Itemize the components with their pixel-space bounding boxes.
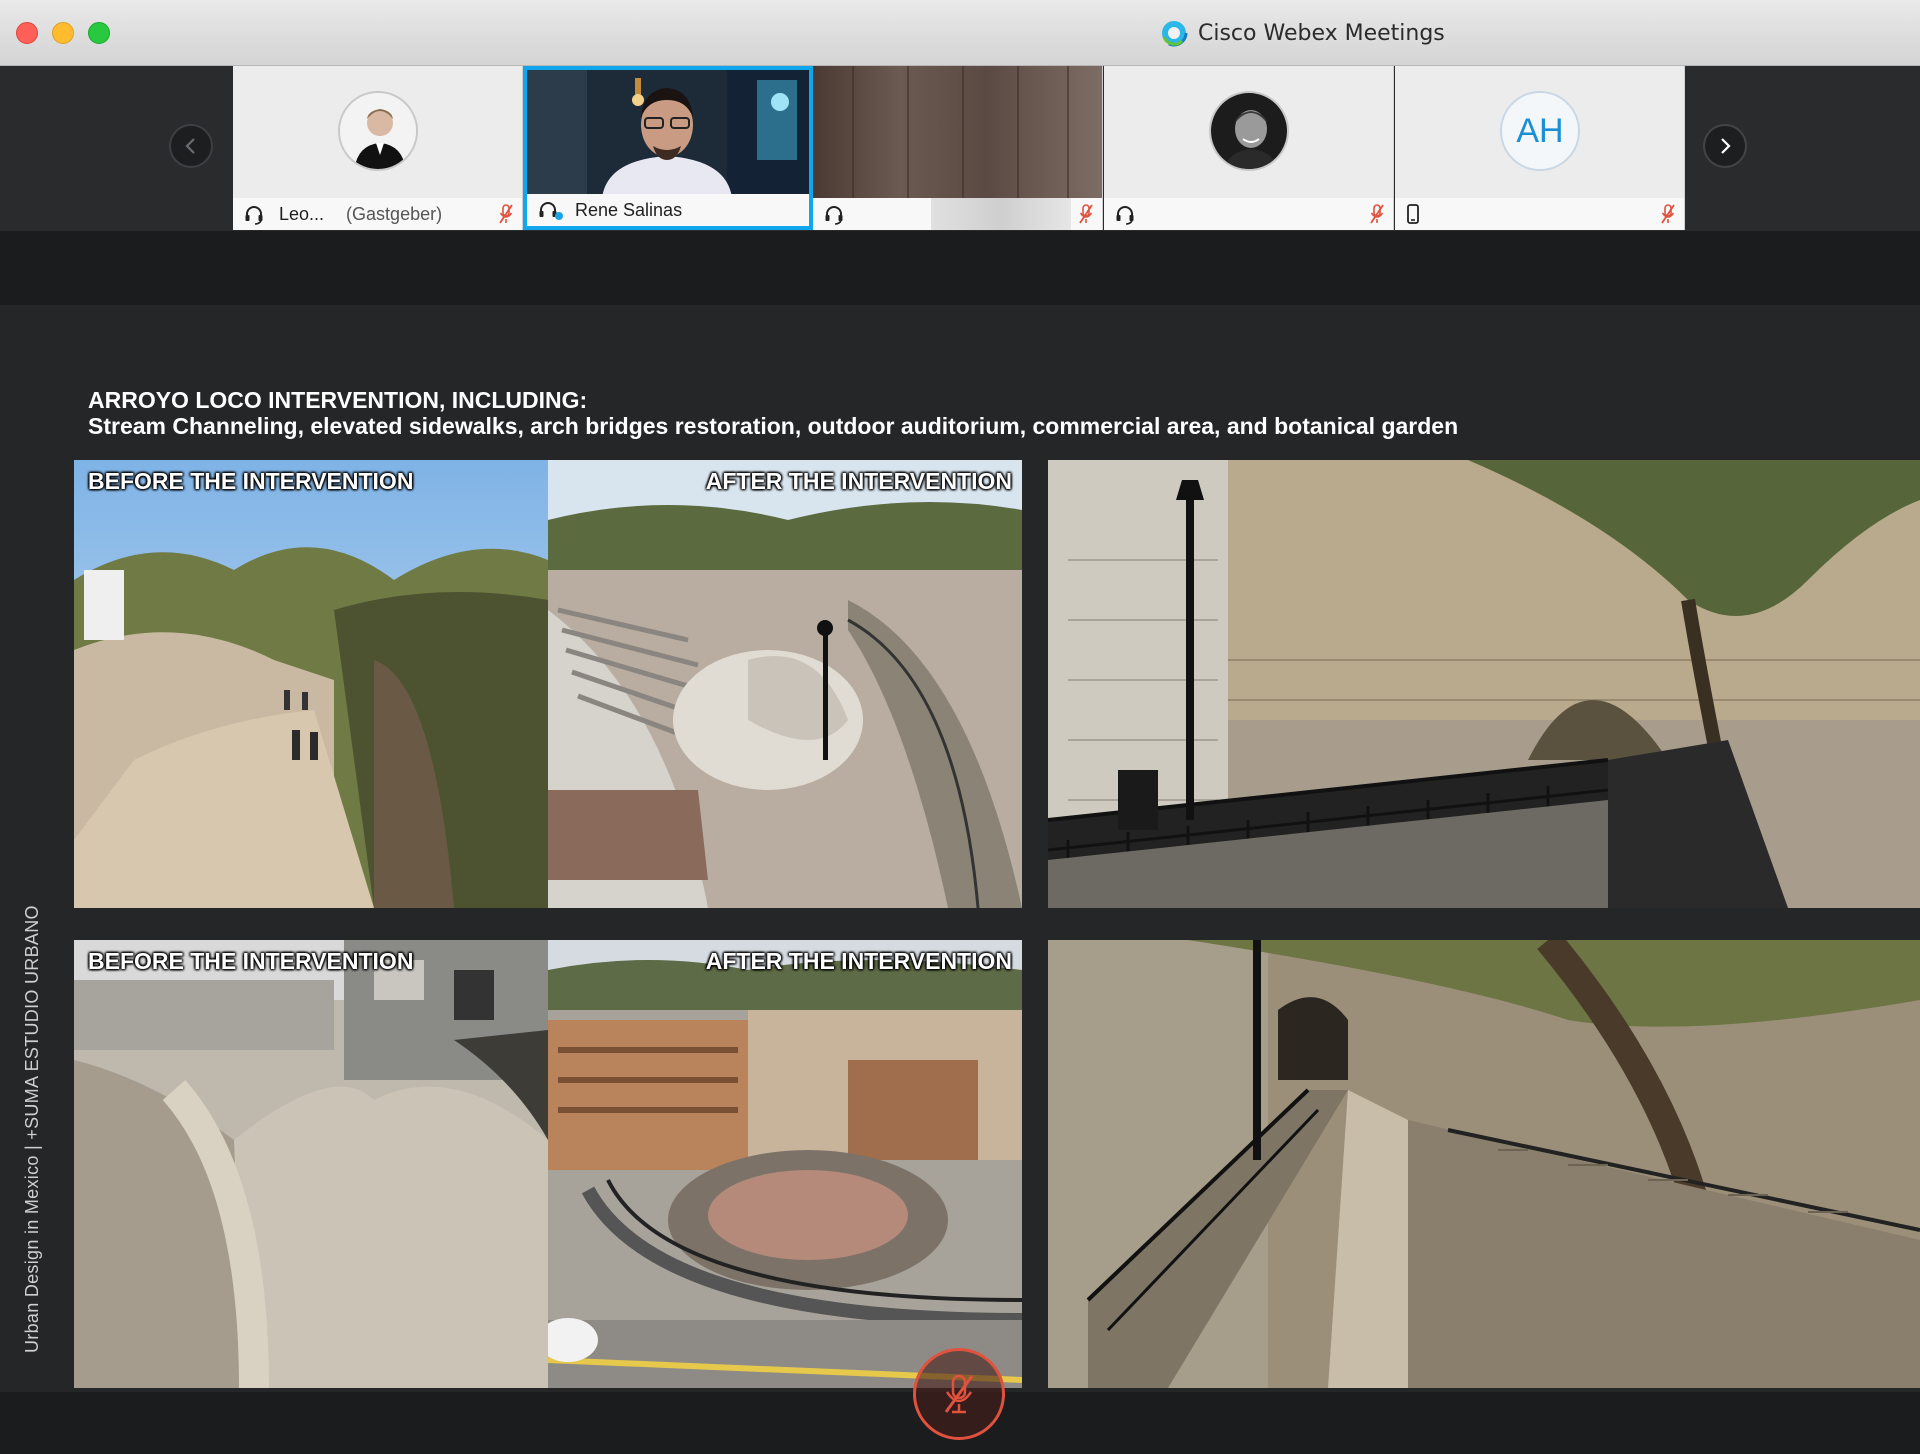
muted-mic-icon <box>944 1374 974 1414</box>
slide-headline-line1: ARROYO LOCO INTERVENTION, INCLUDING: <box>88 387 588 413</box>
participant-namebar <box>813 198 1102 230</box>
participant-namebar: Leo... (Gastgeber) <box>233 198 522 230</box>
webex-logo-icon <box>1160 19 1188 47</box>
participant-namebar <box>1395 198 1684 230</box>
muted-mic-icon <box>499 204 513 224</box>
participant-video <box>813 66 1102 198</box>
photo-before-slope: BEFORE THE INTERVENTION <box>74 940 548 1388</box>
participant-namebar <box>1104 198 1393 230</box>
photo-channel-walkway <box>1048 940 1920 1388</box>
participant-tile[interactable] <box>813 66 1103 230</box>
window-title-text: Cisco Webex Meetings <box>1198 20 1445 46</box>
participant-role: (Gastgeber) <box>346 203 443 224</box>
muted-mic-icon <box>1661 204 1675 224</box>
headset-active-icon <box>539 202 563 220</box>
participant-tile-active-speaker[interactable]: Rene Salinas <box>523 66 813 230</box>
participant-tile[interactable] <box>1104 66 1394 230</box>
participant-tile[interactable]: AH <box>1395 66 1685 230</box>
photo-after-auditorium: AFTER THE INTERVENTION <box>548 460 1022 908</box>
next-participants-button[interactable] <box>1703 124 1747 168</box>
zoom-window-button[interactable] <box>88 22 110 44</box>
participant-name: Leo... <box>279 203 325 224</box>
slide-headline: ARROYO LOCO INTERVENTION, INCLUDING: Str… <box>88 387 1458 439</box>
headset-icon <box>245 206 263 225</box>
phone-icon <box>1407 204 1419 224</box>
shared-presentation: ARROYO LOCO INTERVENTION, INCLUDING: Str… <box>0 305 1920 1392</box>
participant-namebar: Rene Salinas <box>527 194 809 226</box>
participant-video <box>527 70 809 198</box>
headset-icon <box>825 206 843 225</box>
avatar <box>1209 91 1289 171</box>
participant-tile[interactable]: Leo... (Gastgeber) <box>233 66 523 230</box>
label-after: AFTER THE INTERVENTION <box>705 948 1012 974</box>
participant-strip: Leo... (Gastgeber) Rene Salinas AH <box>0 66 1920 231</box>
close-window-button[interactable] <box>16 22 38 44</box>
muted-mic-icon <box>1079 204 1093 224</box>
muted-mic-icon <box>1370 204 1384 224</box>
headset-icon <box>1116 206 1134 225</box>
slide-headline-line2: Stream Channeling, elevated sidewalks, a… <box>88 413 1459 439</box>
label-after: AFTER THE INTERVENTION <box>705 468 1012 494</box>
participant-name: Rene Salinas <box>575 199 683 220</box>
photo-after-plaza: AFTER THE INTERVENTION <box>548 940 1022 1388</box>
photo-before-stream: BEFORE THE INTERVENTION <box>74 460 548 908</box>
label-before: BEFORE THE INTERVENTION <box>88 468 414 494</box>
chevron-right-icon <box>1721 138 1731 154</box>
window-title: Cisco Webex Meetings <box>1160 18 1445 48</box>
window-titlebar: Cisco Webex Meetings <box>0 0 1920 66</box>
photo-bridge-wall <box>1048 460 1920 908</box>
slide-vertical-caption: Urban Design in Mexico | +SUMA ESTUDIO U… <box>22 905 42 1353</box>
previous-participants-button[interactable] <box>169 124 213 168</box>
label-before: BEFORE THE INTERVENTION <box>88 948 414 974</box>
strip-separator <box>0 231 1920 305</box>
mute-microphone-button[interactable] <box>913 1348 1005 1440</box>
chevron-left-icon <box>185 138 195 154</box>
minimize-window-button[interactable] <box>52 22 74 44</box>
avatar-initials: AH <box>1500 91 1580 171</box>
avatar <box>338 91 418 171</box>
name-redaction <box>931 198 1071 230</box>
